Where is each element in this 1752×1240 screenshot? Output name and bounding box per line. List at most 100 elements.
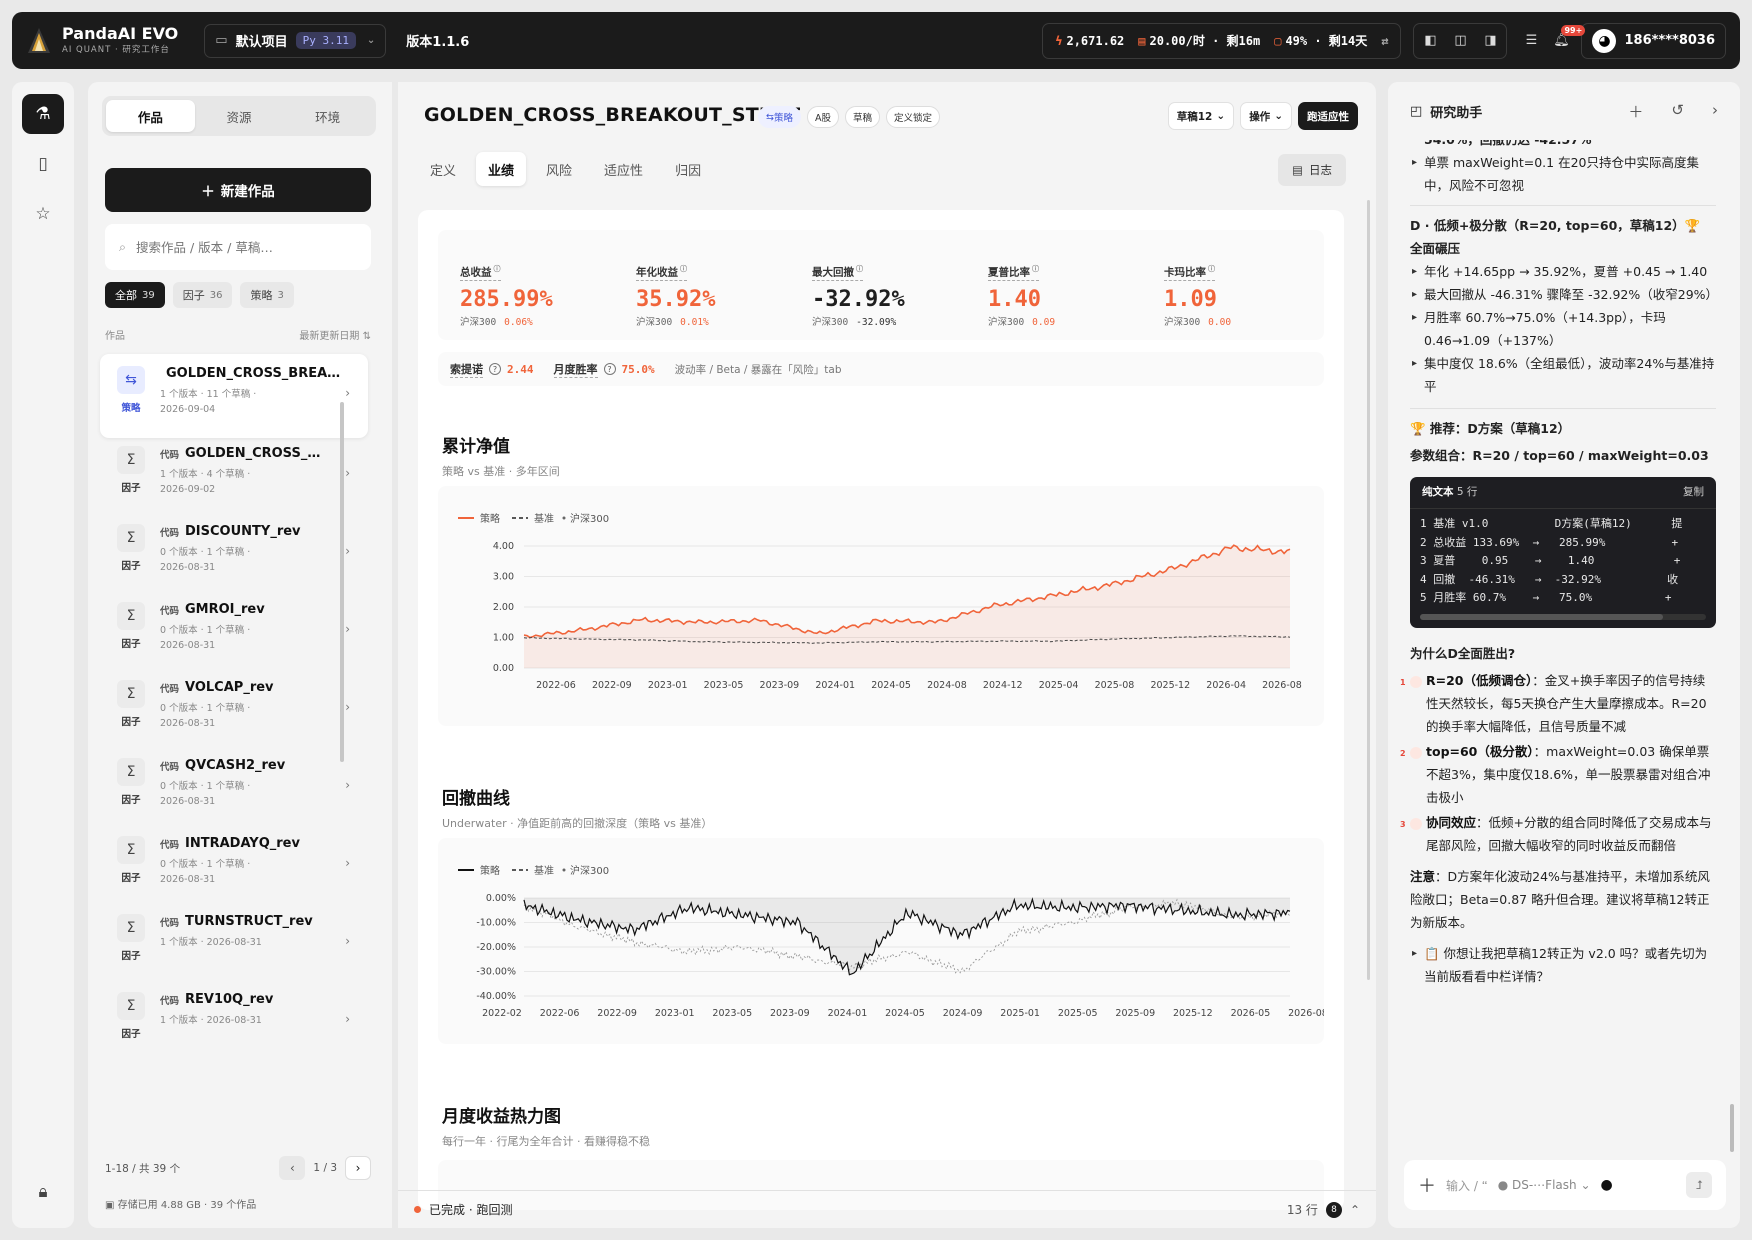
prev-page-button[interactable]: ‹ bbox=[279, 1156, 306, 1180]
chat-input-placeholder[interactable]: 输入 / 🙶 bbox=[1446, 1177, 1488, 1194]
usage-stats[interactable]: ϟ 2,671.62 ▤ 20.00/时 · 剩16m ▢ 49% · 剩14天 ⇄ bbox=[1042, 22, 1402, 59]
list-scrollbar[interactable] bbox=[340, 402, 344, 762]
kpi-value: 1.09 bbox=[1164, 286, 1217, 312]
layout-split-icon[interactable]: ◫ bbox=[1452, 33, 1468, 49]
list-item[interactable]: Σ 因子 代码 TURNSTRUCT_rev 1 个版本 · 2026-08-31… bbox=[100, 902, 368, 986]
list-item[interactable]: Σ 因子 代码 INTRADAYQ_rev 0 个版本 · 1 个草稿 · 202… bbox=[100, 824, 368, 908]
model-selector[interactable]: ● DS-⋯Flash ⌄ bbox=[1498, 1178, 1591, 1192]
sigma-icon: Σ bbox=[117, 992, 145, 1020]
record-icon[interactable]: ● bbox=[1601, 1177, 1613, 1193]
search-box[interactable]: ⌕ bbox=[105, 224, 371, 270]
code-scrollbar[interactable] bbox=[1420, 613, 1706, 620]
history-icon[interactable]: ↺ bbox=[1671, 101, 1684, 122]
chat-input[interactable]: ＋ 输入 / 🙶 ● DS-⋯Flash ⌄ ● ⮥ bbox=[1404, 1160, 1726, 1210]
risk-tab-note: 波动率 / Beta / 暴露在「风险」tab bbox=[674, 363, 842, 376]
legend-dot bbox=[562, 868, 566, 872]
heatmap-section-header: 月度收益热力图 每行一年 · 行尾为全年合计 · 看赚得稳不稳 bbox=[442, 1102, 650, 1149]
lock-icon[interactable]: 🔒︎ bbox=[22, 1172, 64, 1212]
info-icon: ⓘ bbox=[680, 265, 687, 273]
book-icon[interactable]: ▯ bbox=[22, 144, 64, 184]
list-item[interactable]: Σ 因子 代码 REV10Q_rev 1 个版本 · 2026-08-31 › bbox=[100, 980, 368, 1064]
badge-market: A股 bbox=[806, 106, 839, 128]
tab-risk[interactable]: 风险 bbox=[534, 152, 584, 186]
tab-definition[interactable]: 定义 bbox=[418, 152, 468, 186]
user-menu[interactable]: ◕ 186****8036 bbox=[1581, 22, 1726, 59]
stat-credits: ϟ 2,671.62 bbox=[1055, 33, 1125, 48]
kpi-label: 总收益 ⓘ bbox=[460, 265, 501, 281]
copy-button[interactable]: 复制 bbox=[1683, 481, 1704, 504]
menu-icon[interactable]: ☰ bbox=[1523, 33, 1539, 49]
x-tick-label: 2026-04 bbox=[1206, 680, 1246, 691]
x-tick-label: 2022-09 bbox=[597, 1008, 637, 1019]
collapse-icon[interactable]: › bbox=[1712, 101, 1718, 122]
tab-adaptivity[interactable]: 适应性 bbox=[592, 152, 655, 186]
pager-info: 1-18 / 共 39 个 bbox=[105, 1162, 181, 1175]
list-item[interactable]: ⇆ 策略 GOLDEN_CROSS_BREA… 1 个版本 · 11 个草稿 ·… bbox=[100, 354, 368, 438]
chart-legend: 策略 基准 沪深300 bbox=[458, 864, 609, 877]
kpi-value: 285.99% bbox=[460, 286, 553, 312]
x-tick-label: 2023-09 bbox=[770, 1008, 810, 1019]
bell-icon[interactable]: 🔔︎ 99+ bbox=[1553, 24, 1586, 49]
item-name: GOLDEN_CROSS_BREA… bbox=[166, 366, 341, 381]
kpi-annual-return: 年化收益 ⓘ 35.92% 沪深300 0.01% bbox=[636, 264, 715, 328]
attach-plus-icon[interactable]: ＋ bbox=[1418, 1172, 1436, 1198]
code-line: 5 月胜率 60.7% → 75.0% + bbox=[1420, 591, 1672, 604]
send-button[interactable]: ⮥ bbox=[1686, 1172, 1712, 1198]
badge-strategy: ⇆ 策略 bbox=[758, 106, 801, 128]
lab-flask-icon[interactable]: ⚗ bbox=[22, 94, 64, 134]
tab-works[interactable]: 作品 bbox=[106, 100, 195, 132]
list-item[interactable]: Σ 因子 代码 GMROI_rev 0 个版本 · 1 个草稿 · 2026-08… bbox=[100, 590, 368, 674]
brand[interactable]: PandaAI EVO AI QUANT · 研究工作台 bbox=[62, 26, 178, 55]
x-tick-label: 2026-08 bbox=[1262, 680, 1302, 691]
reason-1: 1 R=20（低频调仓）：金叉+换手率因子的信号持续性天然较长，每5天换仓产生大量… bbox=[1400, 672, 1707, 734]
chip-factor[interactable]: 因子 36 bbox=[172, 282, 233, 308]
project-selector[interactable]: ▭ 默认项目 Py 3.11 ⌄ bbox=[204, 23, 387, 58]
refresh-icon[interactable]: ⇄ bbox=[1381, 34, 1388, 48]
log-button[interactable]: ▤ 日志 bbox=[1278, 154, 1346, 186]
layout-right-icon[interactable]: ◨ bbox=[1482, 33, 1498, 49]
sortino-value: 2.44 bbox=[507, 362, 534, 376]
disk-icon: ▣ bbox=[105, 1200, 118, 1211]
item-tag: 代码 bbox=[160, 605, 180, 617]
detail-scrollbar[interactable] bbox=[1367, 200, 1370, 980]
star-icon[interactable]: ☆ bbox=[22, 194, 64, 234]
item-type: Σ 因子 bbox=[116, 758, 146, 830]
search-input[interactable] bbox=[136, 239, 337, 255]
list-item[interactable]: Σ 因子 代码 VOLCAP_rev 0 个版本 · 1 个草稿 · 2026-0… bbox=[100, 668, 368, 752]
chip-strategy[interactable]: 策略 3 bbox=[240, 282, 294, 308]
chevron-up-icon[interactable]: ⌃ bbox=[1350, 1203, 1360, 1217]
list-item[interactable]: Σ 因子 代码 GOLDEN_CROSS_… 1 个版本 · 4 个草稿 · 20… bbox=[100, 434, 368, 518]
tab-environment[interactable]: 环境 bbox=[283, 100, 372, 132]
item-name: INTRADAYQ_rev bbox=[185, 836, 300, 851]
code-line: 1 基准 v1.0 D方案(草稿12) 提 bbox=[1420, 517, 1683, 530]
list-item[interactable]: Σ 因子 代码 QVCASH2_rev 0 个版本 · 1 个草稿 · 2026-… bbox=[100, 746, 368, 830]
icon-rail: ⚗ ▯ ☆ 🔒︎ bbox=[12, 82, 74, 1228]
msg-params: 参数组合：R=20 / top=60 / maxWeight=0.03 bbox=[1410, 448, 1709, 463]
tab-resources[interactable]: 资源 bbox=[195, 100, 284, 132]
run-adaptivity-button[interactable]: 跑适应性 bbox=[1298, 102, 1358, 130]
avatar: ◕ bbox=[1592, 28, 1617, 53]
tab-performance[interactable]: 业绩 bbox=[476, 152, 527, 186]
tab-attribution[interactable]: 归因 bbox=[663, 152, 713, 186]
chart-legend: 策略 基准 沪深300 bbox=[458, 512, 609, 525]
next-page-button[interactable]: › bbox=[345, 1156, 371, 1180]
new-chat-icon[interactable]: ＋ bbox=[1628, 101, 1643, 122]
chip-all[interactable]: 全部 39 bbox=[105, 282, 165, 308]
ops-menu[interactable]: 操作 ⌄ bbox=[1240, 102, 1292, 130]
new-work-button[interactable]: ＋ 新建作品 bbox=[105, 168, 371, 212]
sigma-icon: Σ bbox=[117, 524, 145, 552]
works-panel: 作品 资源 环境 ＋ 新建作品 ⌕ 全部39 因子36 策略3 作品 最新更新日… bbox=[88, 82, 392, 1228]
list-item[interactable]: Σ 因子 代码 DISCOUNTY_rev 0 个版本 · 1 个草稿 · 202… bbox=[100, 512, 368, 596]
chevron-down-icon: ⌄ bbox=[1216, 110, 1226, 122]
assistant-scrollbar[interactable] bbox=[1730, 1104, 1734, 1152]
legend-label: 沪深300 bbox=[570, 864, 609, 877]
notification-badge: 99+ bbox=[1561, 24, 1586, 36]
search-icon: ⌕ bbox=[119, 239, 127, 254]
sort-toggle[interactable]: 最新更新日期 ⇅ bbox=[299, 327, 371, 342]
item-type: Σ 因子 bbox=[116, 836, 146, 908]
chevron-down-icon: ⌄ bbox=[1274, 110, 1283, 122]
draft-select[interactable]: 草稿12 ⌄ bbox=[1167, 102, 1235, 130]
layout-left-icon[interactable]: ◧ bbox=[1422, 33, 1438, 49]
y-tick-label: -40.00% bbox=[476, 991, 516, 1002]
sigma-icon: Σ bbox=[117, 680, 145, 708]
